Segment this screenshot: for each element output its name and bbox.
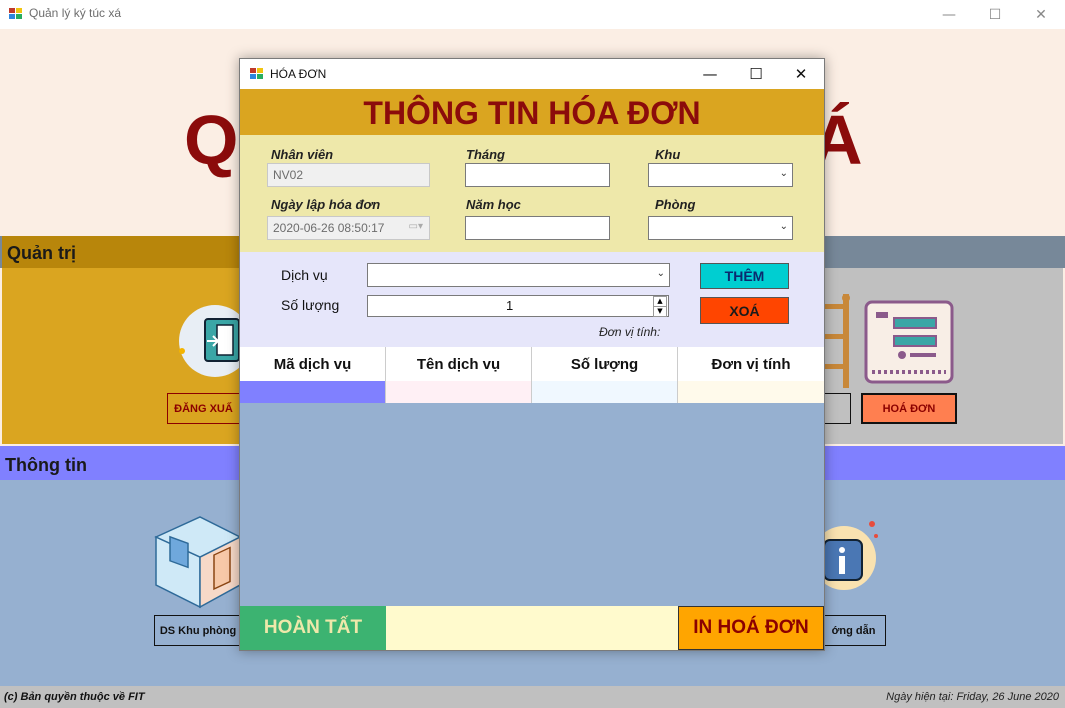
guide-button[interactable]: ớng dẫn bbox=[822, 615, 886, 646]
chevron-down-icon[interactable]: ⌄ bbox=[780, 221, 788, 232]
chevron-down-icon[interactable]: ⌄ bbox=[657, 268, 665, 279]
unit-label: Đơn vị tính: bbox=[599, 325, 661, 339]
main-window-title: Quản lý ký túc xá bbox=[29, 6, 122, 20]
dialog-app-icon bbox=[250, 68, 264, 80]
admin-section-title: Quản trị bbox=[7, 243, 77, 263]
room-icon[interactable] bbox=[154, 515, 242, 610]
year-field[interactable] bbox=[465, 216, 610, 240]
print-invoice-button[interactable]: IN HOÁ ĐƠN bbox=[678, 606, 824, 650]
main-titlebar bbox=[0, 0, 1065, 29]
service-label: Dịch vụ bbox=[281, 267, 328, 283]
grid-cell[interactable] bbox=[386, 381, 532, 403]
date-label: Ngày lập hóa đơn bbox=[271, 197, 381, 212]
invoice-dialog: HÓA ĐƠN — ☐ ✕ THÔNG TIN HÓA ĐƠN Nhân viê… bbox=[239, 58, 825, 651]
close-button[interactable]: ✕ bbox=[1018, 0, 1064, 29]
dialog-close-button[interactable]: ✕ bbox=[778, 59, 824, 89]
month-label: Tháng bbox=[466, 147, 505, 162]
calendar-icon[interactable]: ▭▾ bbox=[409, 221, 423, 232]
hidden-button-edge[interactable] bbox=[825, 393, 851, 424]
logout-button[interactable]: ĐĂNG XUẤ bbox=[167, 393, 240, 424]
room-label: Phòng bbox=[655, 197, 696, 212]
quantity-label: Số lượng bbox=[281, 297, 340, 313]
grid-cell[interactable] bbox=[240, 381, 386, 403]
ladder-icon[interactable] bbox=[825, 294, 853, 388]
current-date: Ngày hiện tại: Friday, 26 June 2020 bbox=[886, 691, 1059, 703]
area-combobox[interactable]: ⌄ bbox=[648, 163, 793, 187]
area-label: Khu bbox=[655, 147, 681, 162]
year-label: Năm học bbox=[466, 197, 521, 212]
app-icon bbox=[9, 8, 23, 20]
decrement-arrow-icon[interactable]: ▼ bbox=[653, 306, 667, 317]
chevron-down-icon[interactable]: ⌄ bbox=[780, 168, 788, 179]
finish-button[interactable]: HOÀN TẤT bbox=[240, 606, 386, 650]
dialog-minimize-button[interactable]: — bbox=[687, 59, 733, 89]
info-section-title: Thông tin bbox=[5, 455, 87, 475]
month-field[interactable] bbox=[465, 163, 610, 187]
add-service-button[interactable]: THÊM bbox=[700, 263, 789, 289]
room-combobox[interactable]: ⌄ bbox=[648, 216, 793, 240]
dialog-maximize-button[interactable]: ☐ bbox=[733, 59, 779, 89]
help-info-icon[interactable] bbox=[812, 520, 882, 592]
date-value: 2020-06-26 08:50:17 bbox=[273, 221, 385, 235]
area-list-button[interactable]: DS Khu phòng bbox=[154, 615, 242, 646]
grid-cell[interactable] bbox=[678, 381, 824, 403]
employee-label: Nhân viên bbox=[271, 147, 334, 162]
delete-service-button[interactable]: XOÁ bbox=[700, 297, 789, 324]
service-combobox[interactable]: ⌄ bbox=[367, 263, 670, 287]
dialog-heading: THÔNG TIN HÓA ĐƠN bbox=[363, 95, 701, 131]
maximize-button[interactable]: ☐ bbox=[972, 0, 1018, 29]
copyright-text: (c) Bản quyền thuộc về FIT bbox=[4, 691, 145, 703]
quantity-value: 1 bbox=[506, 298, 514, 313]
minimize-button[interactable]: — bbox=[926, 0, 972, 29]
employee-field[interactable]: NV02 bbox=[267, 163, 430, 187]
invoice-icon[interactable] bbox=[864, 300, 954, 384]
dialog-title: HÓA ĐƠN bbox=[270, 67, 327, 81]
footer-spacer bbox=[386, 606, 678, 650]
grid-cell[interactable] bbox=[532, 381, 678, 403]
logout-icon[interactable] bbox=[177, 303, 251, 377]
date-picker[interactable]: 2020-06-26 08:50:17 ▭▾ bbox=[267, 216, 430, 240]
app-heading-left: Q bbox=[184, 101, 239, 179]
quantity-stepper[interactable]: 1 ▲ ▼ bbox=[367, 295, 669, 317]
invoice-button[interactable]: HOÁ ĐƠN bbox=[861, 393, 957, 424]
